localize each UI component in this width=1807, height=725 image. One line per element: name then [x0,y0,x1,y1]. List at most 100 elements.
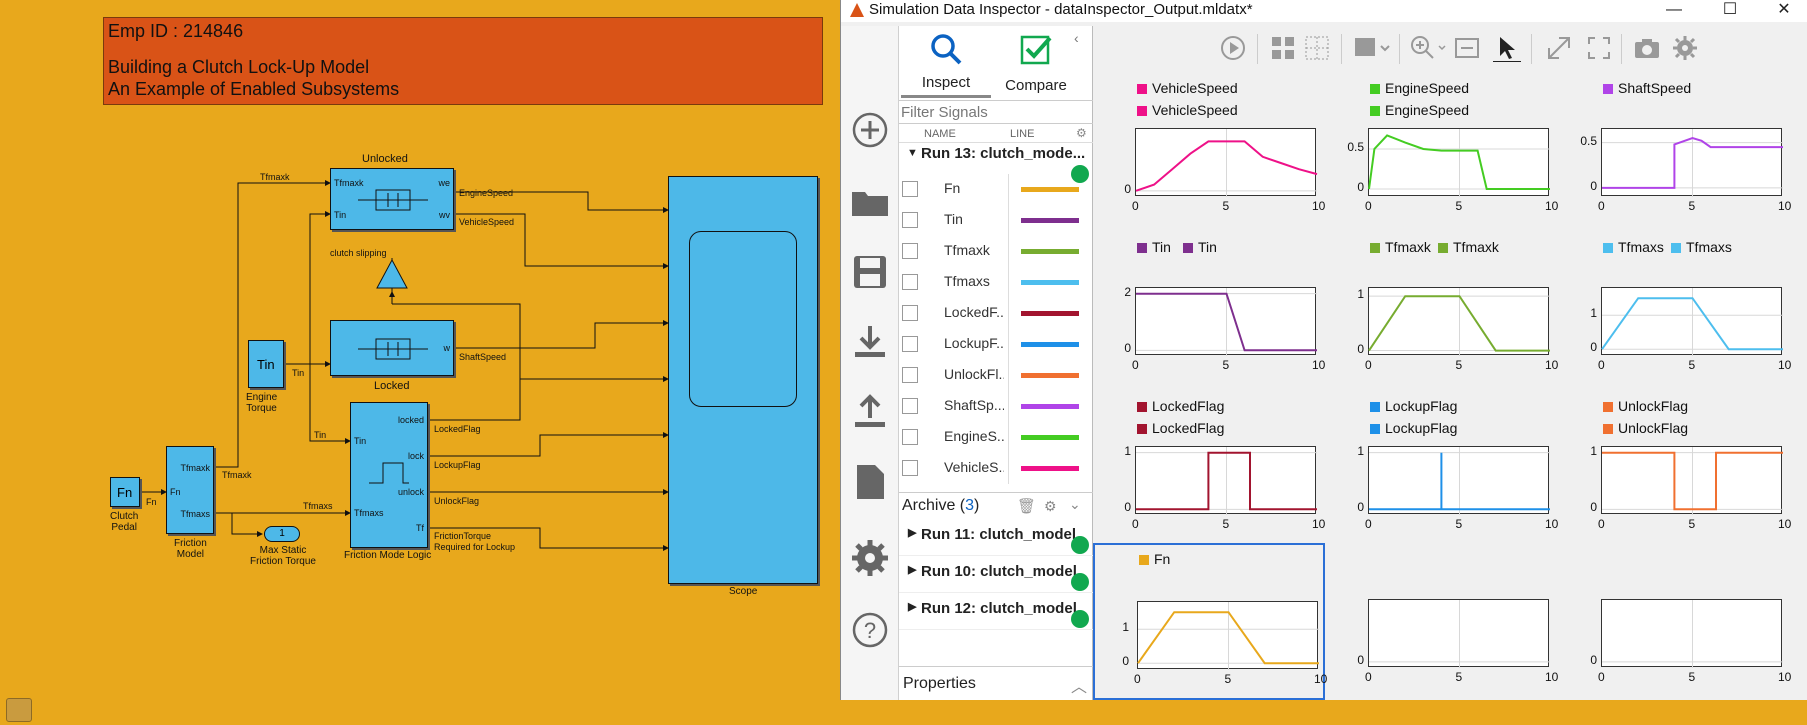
signal-line-style[interactable] [1021,218,1079,223]
close-button[interactable]: ✕ [1761,0,1807,22]
signal-line-style[interactable] [1021,466,1079,471]
clutch-pedal-block[interactable]: Fn [110,477,140,507]
report-icon[interactable] [850,462,890,502]
scope-block[interactable] [668,176,818,584]
expand-icon[interactable] [1545,34,1573,62]
max-static-outport[interactable]: 1 [264,526,300,542]
signal-row[interactable]: VehicleS... [899,453,1093,484]
plot-cell[interactable]: Fn 1 0 0 5 10 [1093,543,1327,700]
plot-axes[interactable] [1601,599,1783,668]
plot-axes[interactable] [1368,128,1550,197]
signal-checkbox[interactable] [902,243,918,259]
help-icon[interactable]: ? [850,610,890,650]
archive-run-item[interactable]: ▶ Run 10: clutch_model [899,557,1093,593]
signal-row[interactable]: UnlockFl... [899,360,1093,391]
signal-line-style[interactable] [1021,435,1079,440]
friction-mode-logic-block[interactable]: Tin Tfmaxs locked lock unlock Tf [350,402,428,548]
archive-run-item[interactable]: ▶ Run 12: clutch_model [899,594,1093,630]
signal-line-style[interactable] [1021,249,1079,254]
plot-cell[interactable]: Tin Tin 2 0 0 5 10 [1093,233,1325,390]
open-folder-icon[interactable] [850,182,890,222]
signal-row[interactable]: ShaftSp... [899,391,1093,422]
friction-model-block[interactable]: Fn Tfmaxk Tfmaxs [166,446,214,534]
signal-row[interactable]: LockedF... [899,298,1093,329]
plot-cell[interactable]: VehicleSpeed VehicleSpeed 0 0 5 10 [1093,74,1325,231]
subplot-icon[interactable] [1303,34,1331,62]
archive-chevron-icon[interactable]: ⌄ [1069,496,1081,513]
plot-cell[interactable]: Tfmaxs Tfmaxs 1 0 0 5 10 [1559,233,1791,390]
signal-row[interactable]: EngineS... [899,422,1093,453]
settings-gear-icon[interactable] [850,538,890,578]
signal-checkbox[interactable] [902,305,918,321]
minimize-button[interactable]: — [1651,0,1697,22]
plot-cell[interactable]: LockedFlag LockedFlag 1 0 0 5 10 [1093,392,1325,549]
column-line[interactable]: LINE [1010,128,1034,140]
expand-arrow-icon[interactable]: ▶ [908,526,916,539]
plot-axes[interactable] [1137,601,1319,670]
signal-checkbox[interactable] [902,429,918,445]
new-session-icon[interactable] [850,110,890,150]
locked-subsystem[interactable]: w [330,320,454,376]
collapse-panel-icon[interactable]: ‹ [1074,30,1079,46]
signal-row[interactable]: Tfmaxs [899,267,1093,298]
plot-axes[interactable] [1601,287,1783,356]
maximize-button[interactable]: ☐ [1707,0,1753,22]
plot-axes[interactable] [1368,287,1550,356]
plot-cell[interactable]: EngineSpeed EngineSpeed 0.5 0 0 5 10 [1326,74,1558,231]
signal-row[interactable]: LockupF... [899,329,1093,360]
signal-line-style[interactable] [1021,404,1079,409]
save-icon[interactable] [850,252,890,292]
signal-row[interactable]: Tin [899,205,1093,236]
archive-run-item[interactable]: ▶ Run 11: clutch_model [899,520,1093,556]
engine-torque-block[interactable]: Tin [248,340,284,388]
plot-cell[interactable]: Tfmaxk Tfmaxk 1 0 0 5 10 [1326,233,1558,390]
delete-archive-icon[interactable]: 🗑 [1017,497,1036,515]
expand-arrow-icon[interactable]: ▶ [908,563,916,576]
plot-axes[interactable] [1601,128,1783,197]
signal-line-style[interactable] [1021,187,1079,192]
filter-signals-input[interactable]: Filter Signals [899,100,1093,124]
signal-line-style[interactable] [1021,373,1079,378]
plot-cell[interactable]: LockupFlag LockupFlag 1 0 0 5 10 [1326,392,1558,549]
signal-row[interactable]: Tfmaxk [899,236,1093,267]
export-icon[interactable] [850,392,890,432]
signal-row[interactable]: Fn [899,174,1093,205]
tab-inspect[interactable]: Inspect [901,26,991,98]
expand-arrow-icon[interactable]: ▶ [908,600,916,613]
signal-line-style[interactable] [1021,311,1079,316]
plot-axes[interactable] [1135,287,1317,356]
signal-checkbox[interactable] [902,460,918,476]
plot-axes[interactable] [1601,446,1783,515]
signal-checkbox[interactable] [902,336,918,352]
simulink-canvas[interactable]: Emp ID : 214846 Building a Clutch Lock-U… [0,0,840,725]
replay-icon[interactable] [1219,34,1247,62]
zoom-in-icon[interactable] [1409,34,1449,62]
signal-line-style[interactable] [1021,342,1079,347]
properties-chevron-icon[interactable]: ︿ [1071,673,1087,697]
archive-settings-icon[interactable]: ⚙ [1044,498,1057,515]
import-icon[interactable] [850,322,890,362]
plot-cell[interactable]: UnlockFlag UnlockFlag 1 0 0 5 10 [1559,392,1791,549]
signal-checkbox[interactable] [902,367,918,383]
plot-axes[interactable] [1368,446,1550,515]
signal-checkbox[interactable] [902,398,918,414]
column-settings-icon[interactable]: ⚙ [1076,126,1087,140]
signal-checkbox[interactable] [902,181,918,197]
fullscreen-icon[interactable] [1585,34,1613,62]
properties-header[interactable]: Properties ︿ [899,666,1093,700]
plot-axes[interactable] [1135,446,1317,515]
plot-settings-gear-icon[interactable] [1671,34,1699,62]
fit-to-view-icon[interactable] [1453,34,1481,62]
layout-grid-icon[interactable] [1269,34,1297,62]
signal-line-style[interactable] [1021,280,1079,285]
signal-checkbox[interactable] [902,212,918,228]
visualization-dropdown-icon[interactable] [1353,34,1393,62]
cursor-select-icon[interactable] [1493,34,1521,62]
plot-cell[interactable]: 0 0 5 10 [1559,543,1791,700]
archive-header[interactable]: Archive (3) 🗑 ⚙ ⌄ [899,492,1093,518]
plot-cell[interactable]: 0 0 5 10 [1326,543,1558,700]
tab-compare[interactable]: Compare [991,26,1081,98]
camera-icon[interactable] [1633,34,1661,62]
plot-axes[interactable] [1368,599,1550,668]
unlocked-subsystem[interactable]: Tfmaxk Tin we wv [330,168,454,230]
